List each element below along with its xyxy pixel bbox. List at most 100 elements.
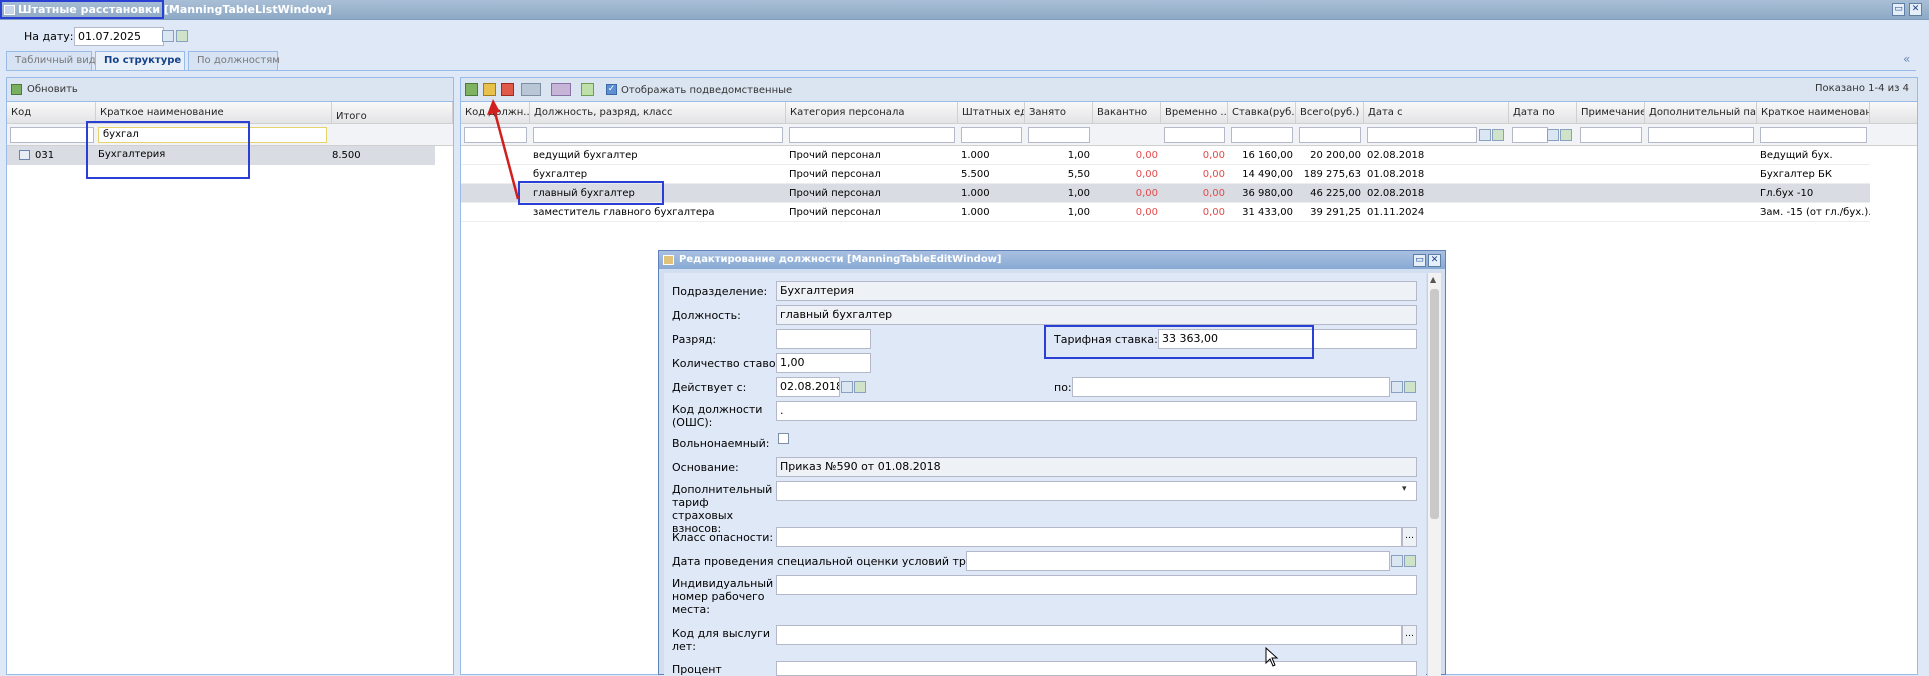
dialog-scrollbar[interactable]: ▲ — [1427, 273, 1441, 676]
code-filter[interactable] — [10, 127, 94, 143]
workplace-number-input[interactable] — [776, 575, 1417, 595]
table-row[interactable]: бухгалтер Прочий персонал 5.500 5,50 0,0… — [461, 165, 1870, 184]
cell-vacant: 0,00 — [1135, 150, 1158, 161]
ellipsis-icon[interactable]: … — [1402, 625, 1417, 645]
annotation-arrow — [487, 99, 520, 200]
title-highlight — [0, 0, 164, 19]
ocs-code-input[interactable]: . — [776, 401, 1417, 421]
seniority-code-input[interactable] — [776, 625, 1402, 645]
table-row[interactable]: ведущий бухгалтер Прочий персонал 1.000 … — [461, 146, 1870, 165]
calendar-icon[interactable] — [1391, 555, 1403, 567]
valid-from-input[interactable]: 02.08.2018 — [776, 377, 840, 397]
today-icon[interactable] — [1560, 129, 1572, 141]
calendar-icon[interactable] — [1479, 129, 1491, 141]
rate-count-input[interactable]: 1,00 — [776, 353, 871, 373]
cell-occupied: 1,00 — [1067, 150, 1090, 161]
filter-note[interactable] — [1580, 127, 1642, 143]
cell-total: 46 225,00 — [1310, 188, 1361, 199]
filter-short-name[interactable] — [1760, 127, 1867, 143]
today-icon[interactable] — [1404, 555, 1416, 567]
assessment-date-input[interactable] — [966, 551, 1390, 571]
cell-units: 1.000 — [961, 150, 990, 161]
tab-by-structure[interactable]: По структуре — [95, 51, 185, 70]
today-icon[interactable] — [1404, 381, 1416, 393]
grade-label: Разряд: — [672, 333, 717, 346]
date-input[interactable]: 01.07.2025 — [74, 27, 164, 46]
col-total-sum[interactable]: Всего(руб.) — [1296, 102, 1364, 124]
close-button[interactable]: ✕ — [1909, 3, 1922, 16]
filter-position[interactable] — [533, 127, 783, 143]
minimize-button[interactable]: ▭ — [1892, 3, 1905, 16]
position-field[interactable]: главный бухгалтер — [776, 305, 1417, 325]
ellipsis-icon[interactable]: … — [1402, 527, 1417, 547]
refresh-icon — [11, 84, 22, 95]
tab-by-positions[interactable]: По должностям — [188, 51, 280, 70]
col-units[interactable]: Штатных ед. — [958, 102, 1025, 124]
cell-temporary: 0,00 — [1202, 188, 1225, 199]
col-date-to[interactable]: Дата по — [1509, 102, 1577, 124]
calendar-icon[interactable] — [1547, 129, 1559, 141]
table-row-selected[interactable]: главный бухгалтер Прочий персонал 1.000 … — [461, 184, 1870, 203]
percent-input[interactable] — [776, 661, 1417, 676]
dialog-maximize-button[interactable]: ▭ — [1413, 254, 1426, 267]
cell-position: заместитель главного бухгалтера — [533, 207, 715, 218]
cell-short-name: Бухгалтер БК — [1760, 169, 1832, 180]
col-additional[interactable]: Дополнительный па... — [1645, 102, 1757, 124]
grade-input[interactable] — [776, 329, 871, 349]
chevron-down-icon[interactable]: ▾ — [1402, 484, 1407, 494]
subordinate-checkbox[interactable]: ✓ — [606, 84, 617, 95]
export-icon[interactable] — [551, 83, 571, 96]
tab-table-view[interactable]: Табличный вид — [6, 51, 96, 70]
dialog-close-button[interactable]: ✕ — [1428, 254, 1441, 267]
col-short-name[interactable]: Краткое наименован... — [1757, 102, 1870, 124]
calendar-icon[interactable] — [841, 381, 853, 393]
freelance-checkbox[interactable] — [778, 433, 789, 444]
filter-additional[interactable] — [1648, 127, 1754, 143]
refresh-icon[interactable] — [581, 83, 594, 96]
filter-units[interactable] — [961, 127, 1022, 143]
filter-temporary[interactable] — [1164, 127, 1225, 143]
col-vacant[interactable]: Вакантно — [1093, 102, 1161, 124]
scroll-thumb[interactable] — [1430, 289, 1439, 519]
calendar-icon[interactable] — [162, 30, 174, 42]
add-icon[interactable] — [465, 83, 478, 96]
division-field[interactable]: Бухгалтерия — [776, 281, 1417, 301]
filter-rate[interactable] — [1231, 127, 1293, 143]
hazard-class-input[interactable] — [776, 527, 1402, 547]
calendar-icon[interactable] — [1391, 381, 1403, 393]
filter-total[interactable] — [1299, 127, 1361, 143]
basis-field[interactable]: Приказ №590 от 01.08.2018 — [776, 457, 1417, 477]
filter-date-to[interactable] — [1512, 127, 1548, 143]
col-total[interactable]: Итого — [332, 102, 453, 124]
edit-position-dialog: Редактирование должности [ManningTableEd… — [658, 250, 1446, 676]
extra-tariff-select[interactable] — [776, 481, 1417, 501]
table-row[interactable]: заместитель главного бухгалтера Прочий п… — [461, 203, 1870, 222]
refresh-button[interactable]: Обновить — [27, 84, 78, 95]
scroll-up-icon[interactable]: ▲ — [1430, 275, 1436, 284]
col-category[interactable]: Категория персонала — [786, 102, 958, 124]
filter-date-from[interactable] — [1367, 127, 1477, 143]
cell-category: Прочий персонал — [789, 207, 881, 218]
today-icon[interactable] — [176, 30, 188, 42]
percent-label: Процент — [672, 663, 722, 676]
today-icon[interactable] — [854, 381, 866, 393]
today-icon[interactable] — [1492, 129, 1504, 141]
valid-to-input[interactable] — [1072, 377, 1390, 397]
col-date-from[interactable]: Дата с — [1364, 102, 1509, 124]
col-temporary[interactable]: Временно ... — [1161, 102, 1228, 124]
structure-toolbar: Обновить — [7, 78, 453, 102]
col-rate[interactable]: Ставка(руб.) — [1228, 102, 1296, 124]
filter-category[interactable] — [789, 127, 955, 143]
collapse-icon[interactable]: « — [1903, 52, 1910, 66]
cell-rate: 31 433,00 — [1242, 207, 1293, 218]
filter-occupied[interactable] — [1028, 127, 1090, 143]
cell-category: Прочий персонал — [789, 150, 881, 161]
col-code[interactable]: Код — [7, 102, 96, 124]
cell-temporary: 0,00 — [1202, 169, 1225, 180]
col-note[interactable]: Примечание — [1577, 102, 1645, 124]
basis-label: Основание: — [672, 461, 739, 474]
freelance-label: Вольнонаемный: — [672, 437, 770, 450]
col-position[interactable]: Должность, разряд, класс — [530, 102, 786, 124]
col-occupied[interactable]: Занято — [1025, 102, 1093, 124]
seniority-code-label: Код для выслуги лет: — [672, 627, 771, 653]
